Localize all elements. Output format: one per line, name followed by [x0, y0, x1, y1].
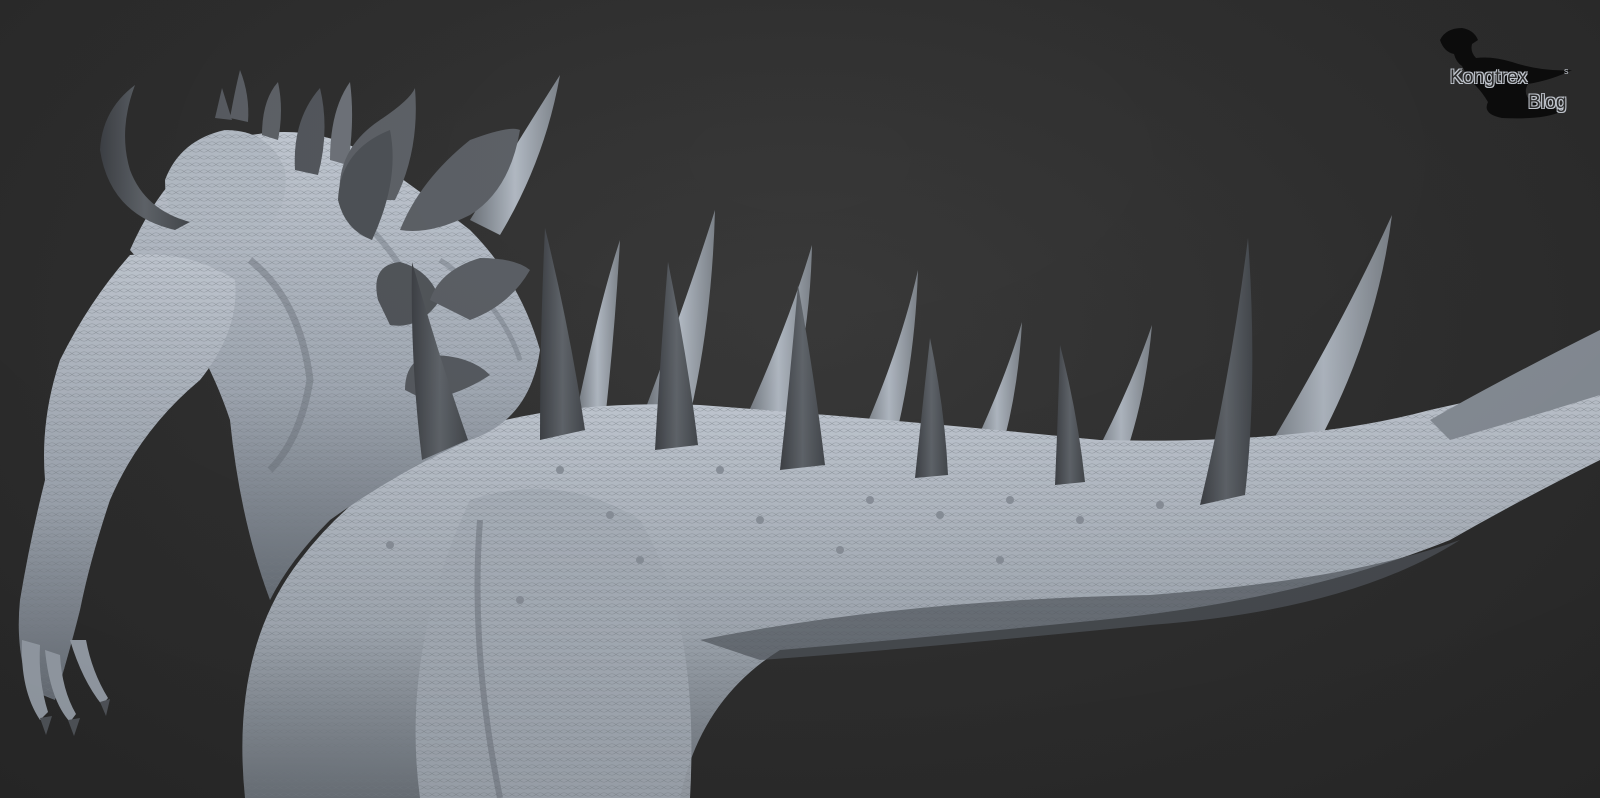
- watermark-subtitle: Blog: [1528, 92, 1567, 113]
- watermark-superscript: s: [1564, 66, 1569, 76]
- watermark-title: Kongtrex: [1450, 67, 1528, 88]
- render-viewport: Kongtrex s Blog: [0, 0, 1600, 798]
- blog-watermark: Kongtrex s Blog: [1432, 22, 1582, 127]
- creature-sculpt: [0, 0, 1600, 798]
